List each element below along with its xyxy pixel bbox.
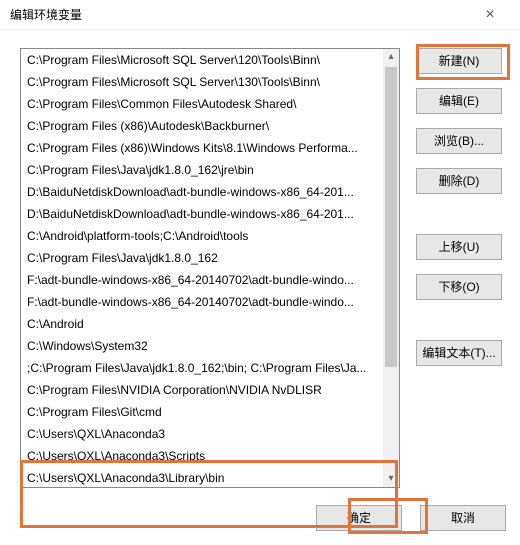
list-item[interactable]: F:\adt-bundle-windows-x86_64-20140702\ad… xyxy=(21,291,383,313)
scroll-thumb[interactable] xyxy=(385,67,397,367)
scroll-down-icon[interactable]: ▾ xyxy=(383,471,399,487)
side-buttons: 新建(N) 编辑(E) 浏览(B)... 删除(D) 上移(U) 下移(O) 编… xyxy=(416,48,506,380)
list-item[interactable]: C:\Program Files\Common Files\Autodesk S… xyxy=(21,93,383,115)
list-item[interactable]: C:\Program Files\Microsoft SQL Server\13… xyxy=(21,71,383,93)
list-item[interactable]: D:\BaiduNetdiskDownload\adt-bundle-windo… xyxy=(21,203,383,225)
list-item[interactable]: ;C:\Program Files\Java\jdk1.8.0_162;\bin… xyxy=(21,357,383,379)
list-item[interactable]: C:\Program Files\Java\jdk1.8.0_162 xyxy=(21,247,383,269)
scrollbar[interactable]: ▴ ▾ xyxy=(383,49,399,487)
scroll-up-icon[interactable]: ▴ xyxy=(383,49,399,65)
list-item[interactable]: C:\Program Files\Git\cmd xyxy=(21,401,383,423)
list-item[interactable]: C:\Users\QXL\Anaconda3\Scripts xyxy=(21,445,383,467)
browse-button[interactable]: 浏览(B)... xyxy=(416,128,502,154)
ok-button[interactable]: 确定 xyxy=(316,505,402,531)
movedown-button[interactable]: 下移(O) xyxy=(416,274,502,300)
list-item[interactable]: C:\Windows\System32 xyxy=(21,335,383,357)
footer-buttons: 确定 取消 xyxy=(316,505,506,531)
list-item[interactable]: C:\Android xyxy=(21,313,383,335)
close-icon[interactable]: × xyxy=(470,6,510,24)
path-listbox[interactable]: C:\Program Files\Microsoft SQL Server\12… xyxy=(20,48,400,488)
list-item[interactable]: C:\Program Files (x86)\Autodesk\Backburn… xyxy=(21,115,383,137)
list-item[interactable]: C:\Android\platform-tools;C:\Android\too… xyxy=(21,225,383,247)
cancel-button[interactable]: 取消 xyxy=(420,505,506,531)
list-item[interactable]: C:\Program Files\Microsoft SQL Server\12… xyxy=(21,49,383,71)
edit-button[interactable]: 编辑(E) xyxy=(416,88,502,114)
dialog-content: C:\Program Files\Microsoft SQL Server\12… xyxy=(0,30,520,545)
list-item[interactable]: F:\adt-bundle-windows-x86_64-20140702\ad… xyxy=(21,269,383,291)
list-item[interactable]: C:\Program Files\NVIDIA Corporation\NVID… xyxy=(21,379,383,401)
moveup-button[interactable]: 上移(U) xyxy=(416,234,502,260)
titlebar: 编辑环境变量 × xyxy=(0,0,520,30)
window-title: 编辑环境变量 xyxy=(10,6,470,23)
listbox-inner: C:\Program Files\Microsoft SQL Server\12… xyxy=(21,49,383,487)
edittext-button[interactable]: 编辑文本(T)... xyxy=(416,340,502,366)
list-item[interactable]: C:\Users\QXL\Anaconda3 xyxy=(21,423,383,445)
delete-button[interactable]: 删除(D) xyxy=(416,168,502,194)
new-button[interactable]: 新建(N) xyxy=(416,48,502,74)
list-item[interactable]: C:\Users\QXL\Anaconda3\Library\bin xyxy=(21,467,383,487)
list-item[interactable]: C:\Program Files (x86)\Windows Kits\8.1\… xyxy=(21,137,383,159)
list-item[interactable]: D:\BaiduNetdiskDownload\adt-bundle-windo… xyxy=(21,181,383,203)
list-item[interactable]: C:\Program Files\Java\jdk1.8.0_162\jre\b… xyxy=(21,159,383,181)
